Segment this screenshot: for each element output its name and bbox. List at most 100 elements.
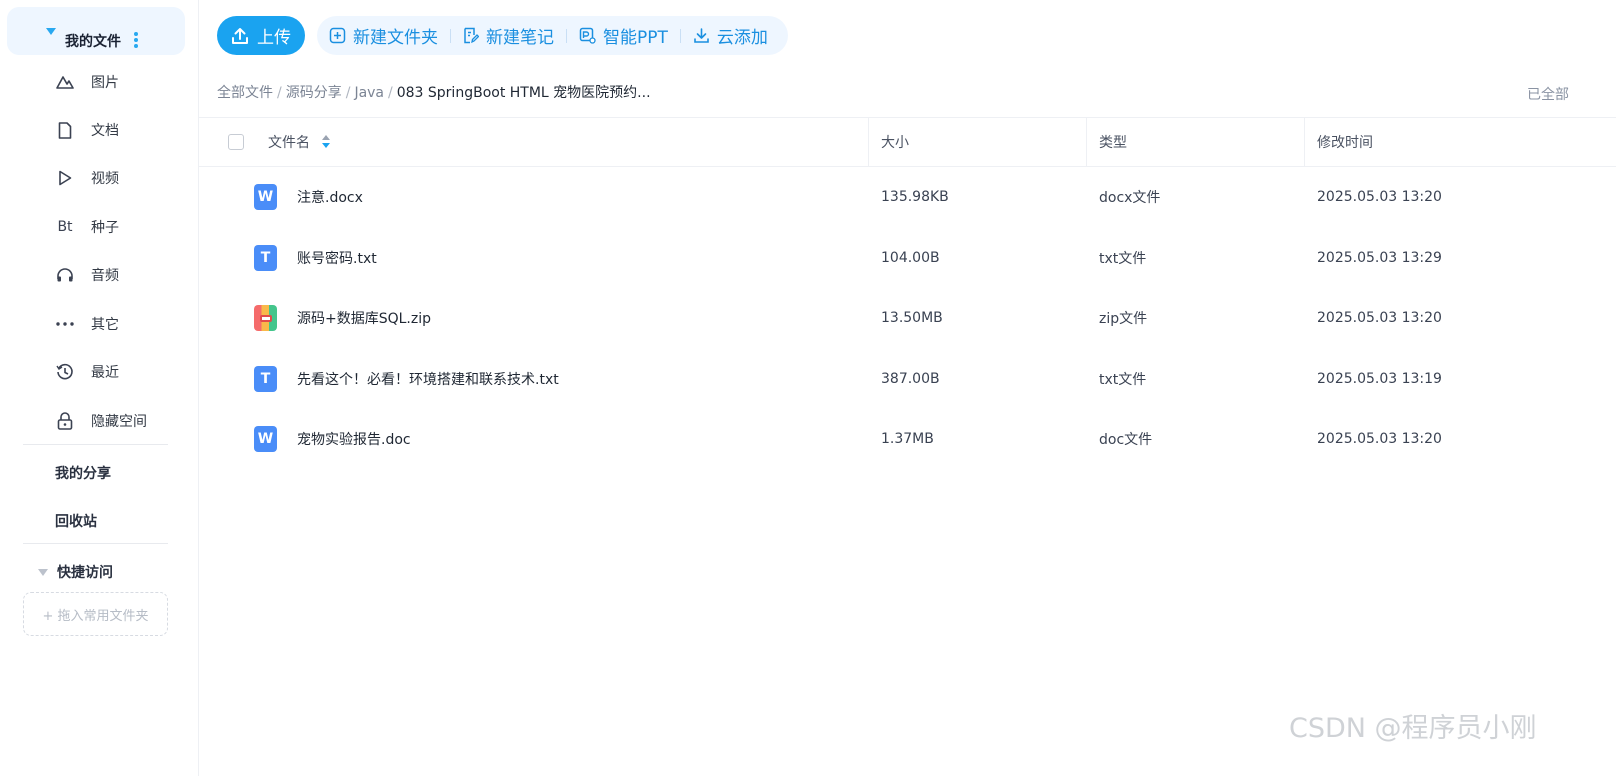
- file-name[interactable]: 注意.docx: [297, 167, 363, 227]
- file-size: 135.98KB: [881, 189, 949, 205]
- column-divider: [868, 118, 869, 166]
- cloud-add-label: 云添加: [716, 28, 768, 48]
- expand-caret-icon[interactable]: [38, 568, 48, 576]
- new-note-button[interactable]: 新建笔记: [463, 16, 554, 55]
- file-name[interactable]: 宠物实验报告.doc: [297, 409, 411, 469]
- table-row[interactable]: T 账号密码.txt 104.00B txt文件 2025.05.03 13:2…: [199, 228, 1616, 288]
- table-row[interactable]: 源码+数据库SQL.zip 13.50MB zip文件 2025.05.03 1…: [199, 288, 1616, 348]
- breadcrumb-separator: /: [345, 85, 351, 101]
- sort-icon[interactable]: [322, 135, 330, 149]
- action-separator: [450, 28, 451, 43]
- column-header-size[interactable]: 大小: [881, 118, 909, 166]
- zip-file-icon: [254, 305, 277, 331]
- more-vertical-icon[interactable]: [134, 32, 138, 50]
- smart-ppt-button[interactable]: 智能PPT: [579, 16, 668, 55]
- sidebar-item-other[interactable]: 其它: [0, 304, 199, 344]
- breadcrumb: 全部文件 / 源码分享 / Java/083 SpringBoot HTML 宠物医院预…: [217, 82, 651, 102]
- expand-caret-icon[interactable]: [46, 28, 56, 35]
- torrent-icon: Bt: [57, 219, 73, 235]
- column-header-type[interactable]: 类型: [1099, 118, 1127, 166]
- sidebar-item-label: 隐藏空间: [91, 414, 147, 430]
- cloud-download-icon: [694, 28, 709, 43]
- column-header-name[interactable]: 文件名: [268, 118, 330, 166]
- table-header: 文件名 大小 类型 修改时间: [199, 117, 1616, 167]
- sidebar-item-videos[interactable]: 视频: [0, 158, 199, 198]
- file-type: txt文件: [1099, 251, 1147, 267]
- new-folder-label: 新建文件夹: [353, 28, 438, 48]
- note-icon: [464, 27, 479, 44]
- breadcrumb-item-all-files[interactable]: 全部文件: [217, 85, 273, 101]
- quick-access-label: 快捷访问: [57, 565, 113, 581]
- sidebar-my-share[interactable]: 我的分享: [55, 463, 111, 483]
- sidebar: 我的文件 图片 文档 视频 Bt 种子 音频 其它 最近 隐藏空间 我的分享 回…: [0, 0, 199, 776]
- file-type: doc文件: [1099, 432, 1153, 448]
- sidebar-my-files[interactable]: 我的文件: [7, 7, 185, 55]
- column-divider: [1304, 118, 1305, 166]
- lock-icon: [55, 411, 75, 431]
- cloud-add-button[interactable]: 云添加: [693, 16, 768, 55]
- text-file-icon: T: [254, 366, 277, 392]
- table-row[interactable]: W 注意.docx 135.98KB docx文件 2025.05.03 13:…: [199, 167, 1616, 227]
- file-size: 1.37MB: [881, 431, 934, 447]
- sidebar-item-label: 图片: [91, 75, 119, 91]
- column-name-label: 文件名: [268, 135, 310, 151]
- smart-ppt-label: 智能PPT: [603, 28, 668, 48]
- sidebar-quick-access[interactable]: 快捷访问: [38, 562, 113, 582]
- file-name[interactable]: 源码+数据库SQL.zip: [297, 288, 431, 348]
- sidebar-item-label: 视频: [91, 171, 119, 187]
- sidebar-item-images[interactable]: 图片: [0, 62, 199, 102]
- history-icon: [55, 362, 75, 382]
- watermark: CSDN @程序员小刚: [1289, 713, 1537, 744]
- sidebar-item-label: 种子: [91, 220, 119, 236]
- quick-access-drop-zone[interactable]: + 拖入常用文件夹: [23, 592, 168, 636]
- upload-button[interactable]: 上传: [217, 16, 305, 55]
- file-modified: 2025.05.03 13:19: [1317, 371, 1442, 387]
- file-type: txt文件: [1099, 372, 1147, 388]
- file-name[interactable]: 账号密码.txt: [297, 228, 377, 288]
- sidebar-item-label: 音频: [91, 268, 119, 284]
- sidebar-item-label: 最近: [91, 365, 119, 381]
- sidebar-divider: [23, 543, 168, 544]
- sidebar-item-recent[interactable]: 最近: [0, 352, 199, 392]
- column-header-modified[interactable]: 修改时间: [1317, 118, 1373, 166]
- document-icon: [55, 120, 75, 140]
- video-icon: [55, 168, 75, 188]
- table-row[interactable]: W 宠物实验报告.doc 1.37MB doc文件 2025.05.03 13:…: [199, 409, 1616, 469]
- image-icon: [55, 72, 75, 92]
- sidebar-item-torrents[interactable]: Bt 种子: [0, 207, 199, 247]
- file-size: 104.00B: [881, 250, 940, 266]
- new-note-label: 新建笔记: [486, 28, 554, 48]
- file-modified: 2025.05.03 13:20: [1317, 310, 1442, 326]
- breadcrumb-separator: /: [388, 85, 393, 101]
- breadcrumb-item-java[interactable]: Java: [354, 85, 384, 101]
- sidebar-divider: [23, 444, 168, 445]
- sidebar-recycle-bin[interactable]: 回收站: [55, 511, 97, 531]
- new-folder-icon: [329, 27, 346, 44]
- ppt-icon: [579, 27, 596, 44]
- file-type: docx文件: [1099, 190, 1161, 206]
- upload-label: 上传: [257, 28, 291, 48]
- text-file-icon: T: [254, 245, 277, 271]
- file-name[interactable]: 先看这个！必看！环境搭建和联系技术.txt: [297, 349, 559, 409]
- sidebar-item-label: 其它: [91, 317, 119, 333]
- sidebar-my-files-label: 我的文件: [65, 34, 121, 50]
- sidebar-item-documents[interactable]: 文档: [0, 110, 199, 150]
- breadcrumb-current: 083 SpringBoot HTML 宠物医院预约...: [396, 85, 651, 101]
- breadcrumb-item-source-share[interactable]: 源码分享: [286, 85, 342, 101]
- file-modified: 2025.05.03 13:20: [1317, 431, 1442, 447]
- loaded-status-text: 已全部: [1527, 87, 1569, 103]
- new-folder-button[interactable]: 新建文件夹: [329, 16, 438, 55]
- sidebar-item-label: 文档: [91, 123, 119, 139]
- sidebar-item-hidden-space[interactable]: 隐藏空间: [0, 401, 199, 441]
- action-separator: [679, 28, 681, 43]
- file-size: 13.50MB: [881, 310, 943, 326]
- upload-icon: [232, 27, 248, 44]
- table-row[interactable]: T 先看这个！必看！环境搭建和联系技术.txt 387.00B txt文件 20…: [199, 349, 1616, 409]
- word-file-icon: W: [254, 184, 277, 210]
- select-all-checkbox[interactable]: [228, 134, 244, 150]
- sidebar-item-audio[interactable]: 音频: [0, 255, 199, 295]
- action-bar: 新建文件夹 新建笔记 智能PPT 云添加: [317, 16, 788, 55]
- action-separator: [566, 28, 567, 43]
- headphones-icon: [55, 265, 75, 285]
- file-size: 387.00B: [881, 371, 940, 387]
